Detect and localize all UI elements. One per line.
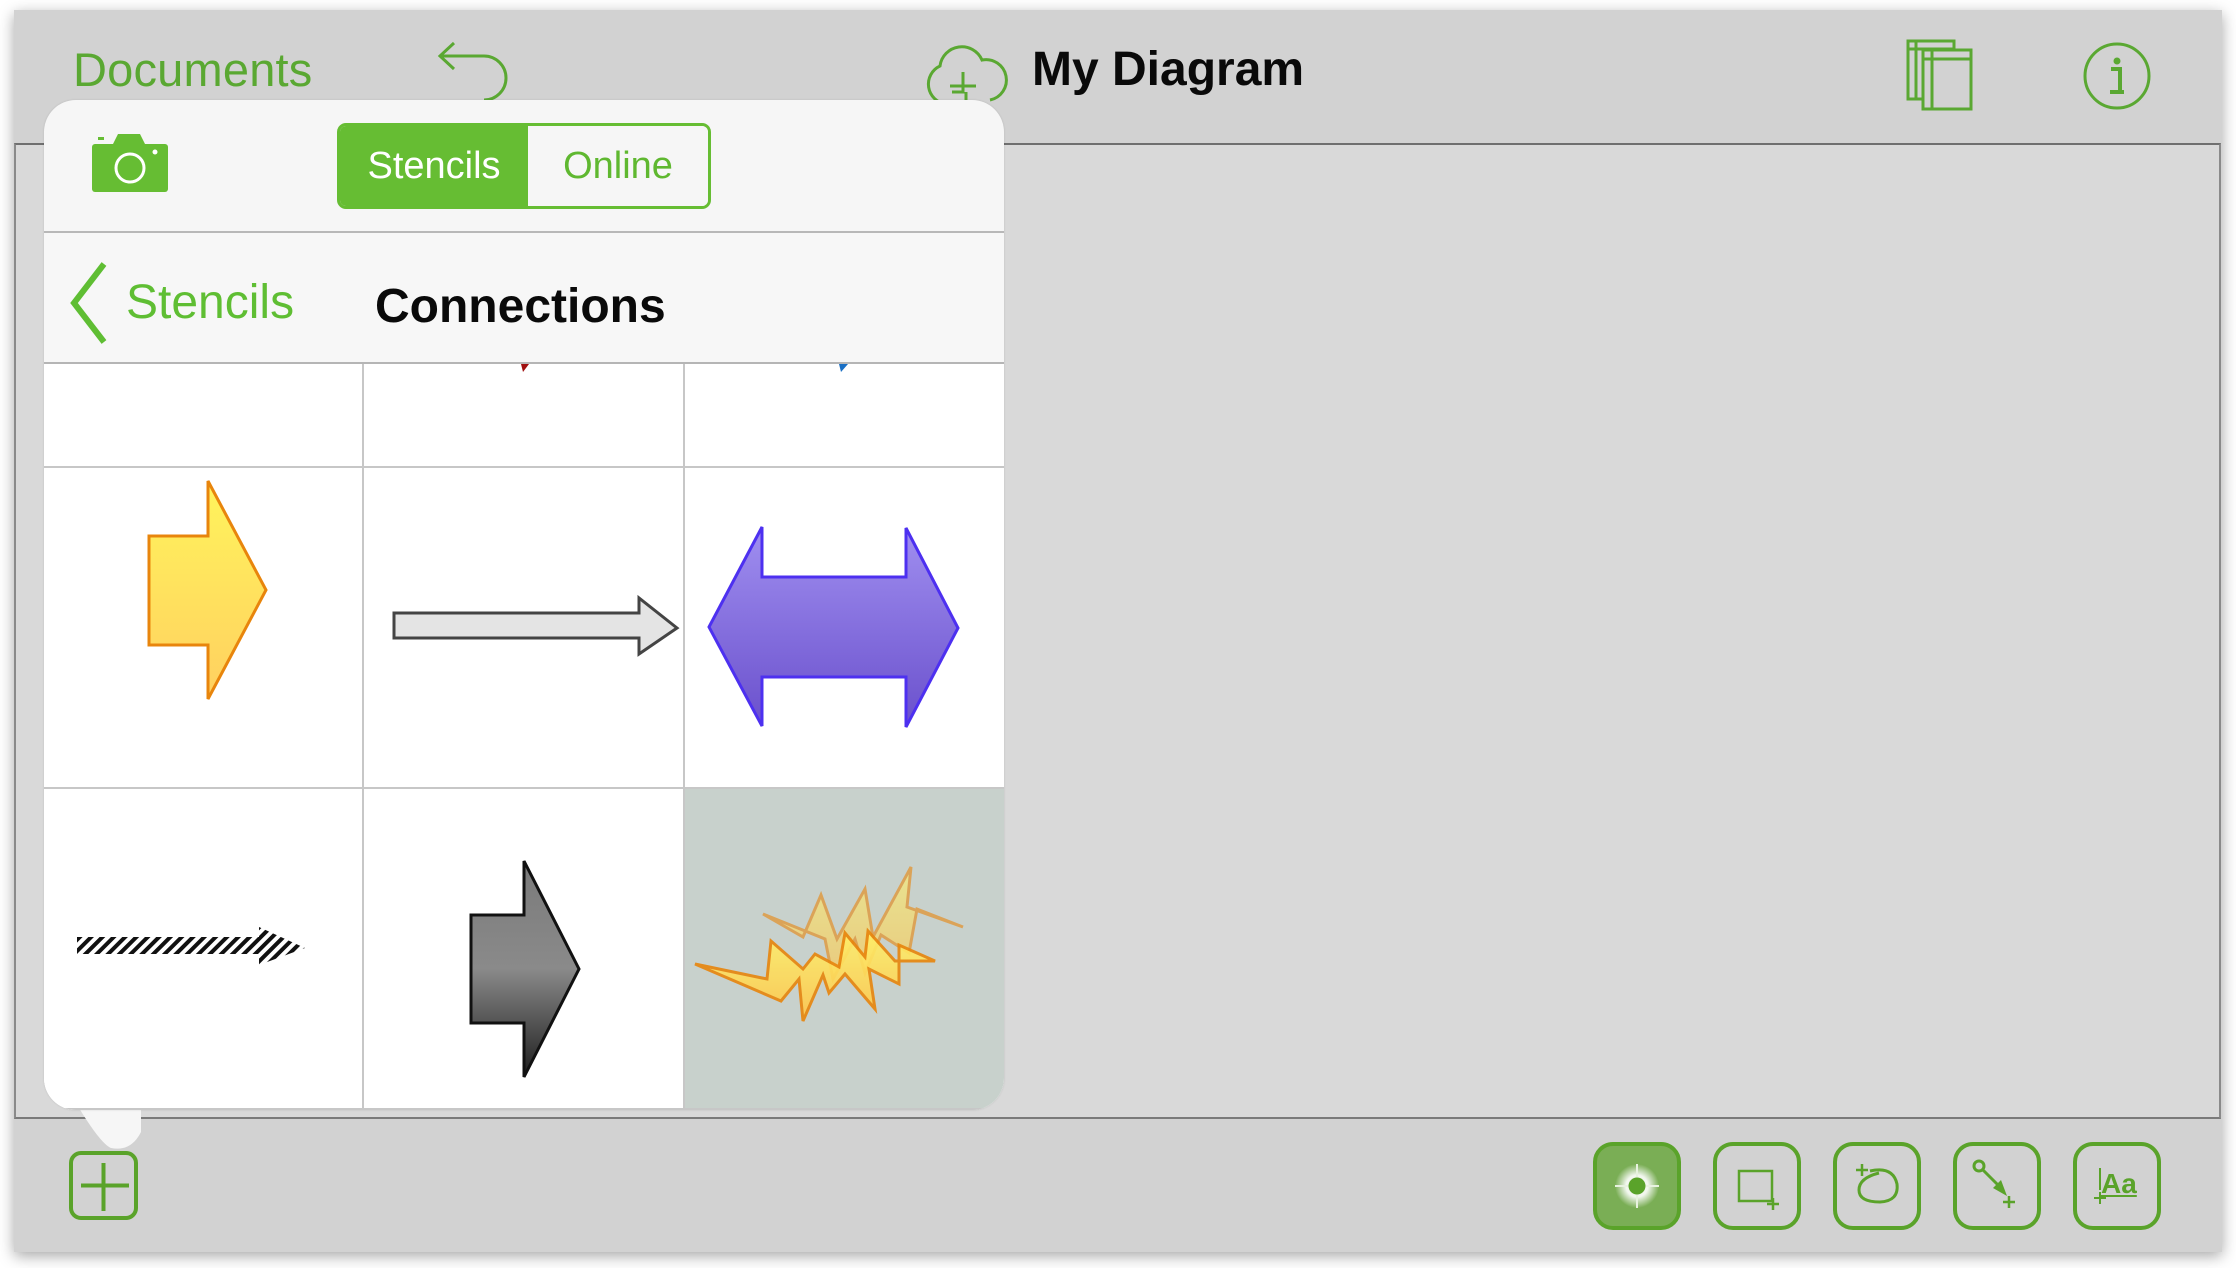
yellow-block-arrow-icon [147,480,268,700]
undo-arrow-icon[interactable] [434,40,520,104]
camera-icon[interactable] [92,134,168,192]
outline-arrow-icon [392,594,680,657]
segment-online[interactable]: Online [528,126,708,206]
line-tool-button[interactable] [1953,1142,2041,1230]
freehand-tool-button[interactable] [1833,1142,1921,1230]
chevron-left-icon [70,262,107,344]
stencil-cell-lightning[interactable] [685,789,1004,1110]
stencils-popover: Stencils Online Stencils Connections [44,100,1004,1110]
plus-icon [81,1163,129,1211]
lasso-plus-icon [1856,1164,1899,1204]
popover-tail [79,1108,141,1149]
purple-double-arrow-icon [707,526,960,728]
documents-button[interactable]: Documents [73,46,313,93]
red-arrow-tip-icon [521,364,529,372]
hatched-arrow-icon [77,927,305,965]
stencil-cell[interactable] [44,364,364,468]
segment-stencils[interactable]: Stencils [340,126,528,206]
popover-nav-bar: Stencils Connections [44,233,1004,364]
source-segmented-control: Stencils Online [337,123,711,209]
stencil-grid [44,364,1004,1110]
shape-tool-button[interactable] [1713,1142,1801,1230]
canvases-icon[interactable] [1905,38,1975,112]
connector-plus-icon [1972,1159,2015,1208]
stencil-cell-dark-arrow[interactable] [364,789,685,1110]
text-tool-button[interactable]: Aa [2073,1142,2161,1230]
stencil-cell-outline-arrow[interactable] [364,468,685,789]
rectangle-plus-icon [1737,1169,1779,1210]
add-canvas-button[interactable] [69,1151,138,1220]
document-title: My Diagram [1032,43,1305,96]
back-button[interactable]: Stencils [68,262,295,344]
info-icon[interactable] [2082,41,2152,111]
blue-arrow-tip-icon [839,364,848,372]
selection-tool-button[interactable] [1593,1142,1681,1230]
stencil-cell-blue-arrow[interactable] [685,364,1004,468]
popover-top-bar: Stencils Online [44,100,1004,233]
back-button-label: Stencils [126,276,295,329]
dark-gradient-arrow-icon [469,860,581,1078]
text-aa-icon: Aa [2101,1168,2137,1199]
stencil-cell-purple-double-arrow[interactable] [685,468,1004,789]
stencil-cell-red-arrow[interactable] [364,364,685,468]
cloud-sync-icon[interactable] [920,38,1010,108]
stencil-cell-yellow-arrow[interactable] [44,468,364,789]
target-icon [1615,1164,1659,1208]
stencil-cell-hatched-arrow[interactable] [44,789,364,1110]
popover-title: Connections [375,280,666,333]
lightning-bolts-icon [694,866,964,1022]
